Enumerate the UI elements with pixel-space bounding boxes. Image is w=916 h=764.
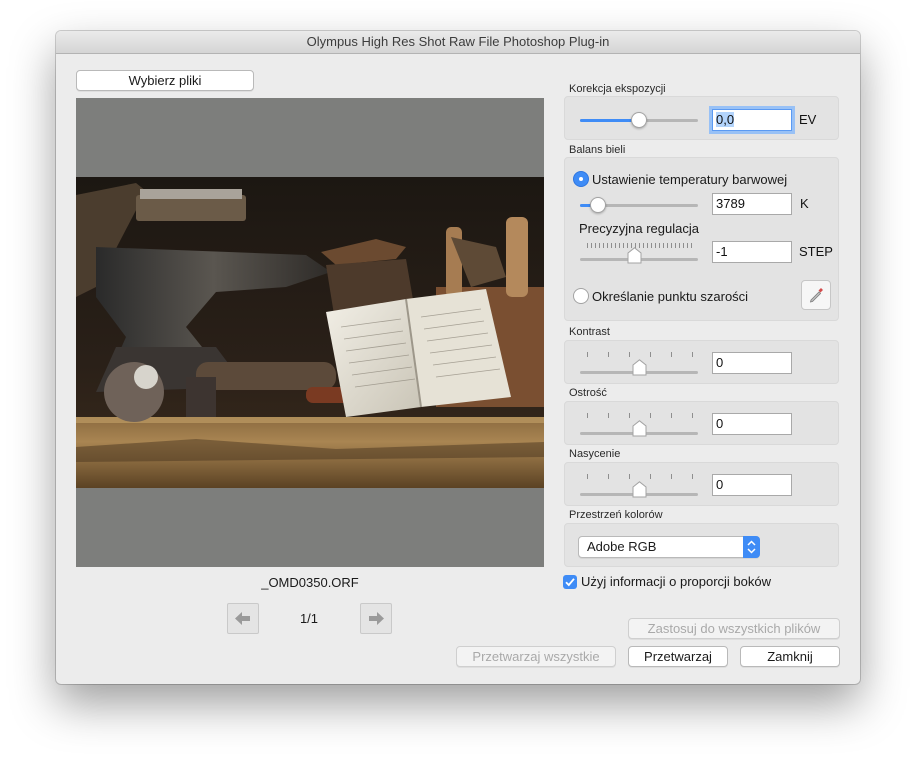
aspect-ratio-checkbox[interactable] — [563, 575, 577, 589]
sharpness-tick — [608, 413, 609, 418]
exposure-title: Korekcja ekspozycji — [569, 83, 666, 95]
exposure-slider-knob[interactable] — [631, 112, 647, 128]
page-indicator: 1/1 — [299, 611, 319, 626]
choose-files-button[interactable]: Wybierz pliki — [76, 70, 254, 91]
contrast-value-field[interactable]: 0 — [712, 352, 792, 374]
sharpness-tick — [671, 413, 672, 418]
exposure-value-text: 0,0 — [716, 112, 735, 127]
color-space-select[interactable]: Adobe RGB — [578, 536, 760, 558]
contrast-tick — [608, 352, 609, 357]
fine-tune-label: Precyzyjna regulacja — [579, 221, 699, 236]
arrow-left-icon — [235, 612, 250, 625]
apply-to-all-button[interactable]: Zastosuj do wszystkich plików — [628, 618, 840, 639]
white-balance-title: Balans bieli — [569, 144, 626, 156]
white-balance-group: Ustawienie temperatury barwowej 3789 K P… — [564, 157, 839, 321]
saturation-value-field[interactable]: 0 — [712, 474, 792, 496]
sharpness-tick — [692, 413, 693, 418]
image-preview — [76, 98, 544, 567]
contrast-slider-knob[interactable] — [632, 359, 647, 376]
eyedropper-button[interactable] — [801, 280, 831, 310]
sharpness-tick — [650, 413, 651, 418]
saturation-tick — [587, 474, 588, 479]
sharpness-title: Ostrość — [569, 387, 607, 399]
color-space-group: Adobe RGB — [564, 523, 839, 567]
sharpness-slider-knob[interactable] — [632, 420, 647, 437]
close-button[interactable]: Zamknij — [740, 646, 840, 667]
chevron-up-down-icon — [743, 536, 760, 558]
exposure-unit: EV — [799, 112, 817, 127]
contrast-title: Kontrast — [569, 326, 610, 338]
color-temp-radio[interactable] — [573, 171, 589, 187]
color-temp-label: Ustawienie temperatury barwowej — [592, 172, 788, 187]
previous-image-button[interactable] — [227, 603, 259, 634]
saturation-tick — [671, 474, 672, 479]
contrast-tick — [692, 352, 693, 357]
fine-tune-unit: STEP — [799, 244, 833, 259]
next-image-button[interactable] — [360, 603, 392, 634]
exposure-value-field[interactable]: 0,0 — [712, 109, 792, 131]
gray-point-label: Określanie punktu szarości — [592, 289, 749, 304]
color-space-selected: Adobe RGB — [587, 539, 657, 554]
saturation-tick — [608, 474, 609, 479]
saturation-tick — [629, 474, 630, 479]
contrast-tick — [587, 352, 588, 357]
process-all-button[interactable]: Przetwarzaj wszystkie — [456, 646, 616, 667]
saturation-title: Nasycenie — [569, 448, 621, 460]
window-title: Olympus High Res Shot Raw File Photoshop… — [56, 31, 860, 54]
contrast-tick — [650, 352, 651, 357]
contrast-tick — [671, 352, 672, 357]
sharpness-value-field[interactable]: 0 — [712, 413, 792, 435]
color-temp-value-field[interactable]: 3789 — [712, 193, 792, 215]
saturation-tick — [650, 474, 651, 479]
contrast-group: 0 — [564, 340, 839, 384]
sharpness-group: 0 — [564, 401, 839, 445]
checkmark-icon — [565, 578, 575, 587]
color-space-title: Przestrzeń kolorów — [569, 509, 663, 521]
color-temp-slider-knob[interactable] — [590, 197, 606, 213]
sharpness-tick — [587, 413, 588, 418]
preview-photo — [76, 177, 544, 488]
color-temp-unit: K — [800, 196, 809, 211]
sharpness-tick — [629, 413, 630, 418]
process-button[interactable]: Przetwarzaj — [628, 646, 728, 667]
gray-point-radio[interactable] — [573, 288, 589, 304]
plugin-window: Olympus High Res Shot Raw File Photoshop… — [56, 31, 860, 684]
aspect-ratio-label: Użyj informacji o proporcji boków — [581, 574, 772, 589]
exposure-group: 0,0 EV — [564, 96, 839, 140]
file-name: _OMD0350.ORF — [261, 575, 359, 590]
saturation-tick — [692, 474, 693, 479]
arrow-right-icon — [369, 612, 384, 625]
contrast-tick — [629, 352, 630, 357]
eyedropper-icon — [809, 288, 823, 303]
saturation-slider-knob[interactable] — [632, 481, 647, 498]
fine-tune-value-field[interactable]: -1 — [712, 241, 792, 263]
saturation-group: 0 — [564, 462, 839, 506]
fine-tune-slider-knob[interactable] — [627, 247, 642, 264]
